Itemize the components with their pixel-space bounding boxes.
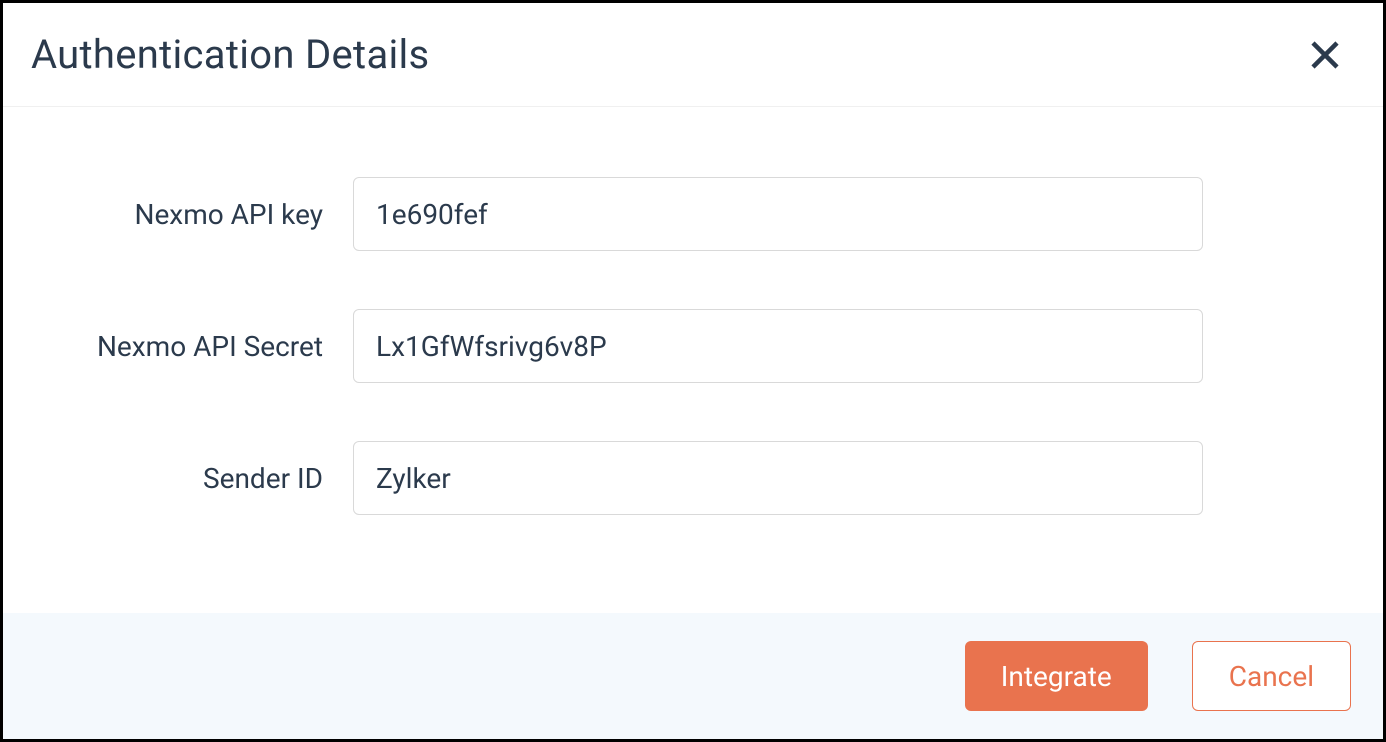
sender-id-input[interactable] — [353, 441, 1203, 515]
form-row-api-secret: Nexmo API Secret — [63, 309, 1323, 383]
modal-header: Authentication Details — [3, 3, 1383, 107]
close-button[interactable] — [1307, 37, 1343, 73]
api-key-label: Nexmo API key — [63, 198, 353, 231]
auth-details-modal: Authentication Details Nexmo API key Nex… — [0, 0, 1386, 742]
form-row-api-key: Nexmo API key — [63, 177, 1323, 251]
form-row-sender-id: Sender ID — [63, 441, 1323, 515]
modal-title: Authentication Details — [31, 31, 430, 78]
api-key-input[interactable] — [353, 177, 1203, 251]
api-secret-input[interactable] — [353, 309, 1203, 383]
integrate-button[interactable]: Integrate — [965, 641, 1148, 711]
modal-footer: Integrate Cancel — [3, 613, 1383, 739]
api-secret-label: Nexmo API Secret — [63, 330, 353, 363]
close-icon — [1307, 37, 1343, 73]
cancel-button[interactable]: Cancel — [1192, 641, 1351, 711]
sender-id-label: Sender ID — [63, 462, 353, 495]
modal-body: Nexmo API key Nexmo API Secret Sender ID — [3, 107, 1383, 613]
